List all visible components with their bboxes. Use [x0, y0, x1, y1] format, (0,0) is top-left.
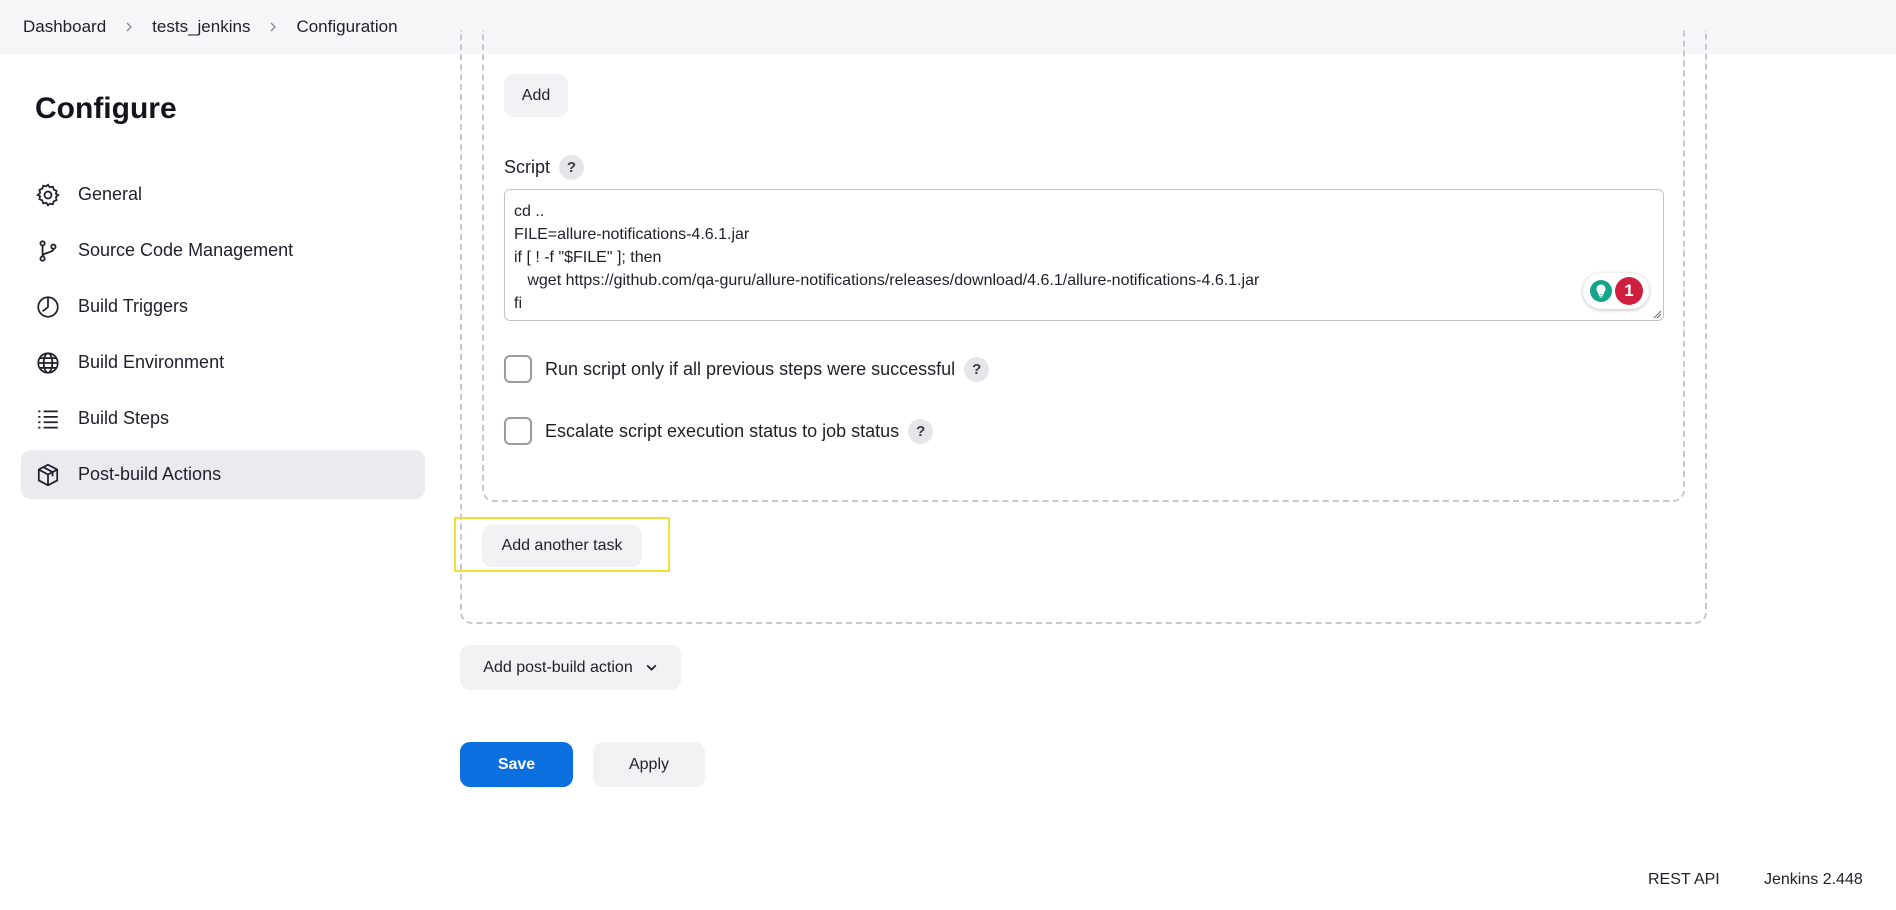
sidebar-item-label: Source Code Management [78, 240, 294, 260]
sidebar: General Source Code Management Build Tri… [21, 170, 425, 506]
script-textarea[interactable]: cd .. FILE=allure-notifications-4.6.1.ja… [504, 189, 1664, 321]
add-post-build-action-button[interactable]: Add post-build action [460, 645, 681, 690]
escalate-status-row: Escalate script execution status to job … [504, 417, 934, 445]
script-label-row: Script ? [504, 155, 585, 180]
apply-button[interactable]: Apply [593, 742, 705, 787]
gear-icon [34, 181, 62, 209]
sidebar-item-label: Build Triggers [78, 296, 189, 316]
sidebar-item-post-build-actions[interactable]: Post-build Actions [21, 450, 425, 499]
resize-handle-icon[interactable] [1652, 309, 1662, 319]
script-label: Script [504, 157, 551, 177]
sidebar-item-build-triggers[interactable]: Build Triggers [21, 282, 425, 331]
grammar-checker-badge[interactable]: 1 [1583, 273, 1649, 309]
breadcrumb-dashboard[interactable]: Dashboard [23, 17, 106, 37]
rest-api-link[interactable]: REST API [1648, 871, 1720, 889]
sidebar-item-label: Build Environment [78, 352, 225, 372]
sidebar-item-label: Post-build Actions [78, 464, 222, 484]
add-post-build-action-label: Add post-build action [483, 658, 633, 676]
run-only-if-success-row: Run script only if all previous steps we… [504, 355, 990, 383]
sidebar-item-build-steps[interactable]: Build Steps [21, 394, 425, 443]
add-button[interactable]: Add [504, 74, 568, 117]
jenkins-version-link[interactable]: Jenkins 2.448 [1764, 871, 1863, 889]
sidebar-item-general[interactable]: General [21, 170, 425, 219]
sidebar-item-label: Build Steps [78, 408, 170, 428]
grammar-issue-count: 1 [1615, 277, 1643, 305]
add-another-task-button[interactable]: Add another task [482, 525, 642, 567]
script-help-button[interactable]: ? [559, 155, 585, 180]
sidebar-item-label: General [78, 184, 143, 204]
timer-icon [34, 293, 62, 321]
list-icon [34, 405, 62, 433]
bulb-icon [1590, 280, 1612, 302]
chevron-right-icon [267, 21, 279, 33]
escalate-status-checkbox[interactable] [504, 417, 532, 445]
chevron-down-icon [646, 664, 657, 671]
save-button[interactable]: Save [460, 742, 573, 787]
git-branch-icon [34, 237, 62, 265]
page-title: Configure [35, 92, 177, 125]
run-only-if-success-label: Run script only if all previous steps we… [545, 358, 956, 379]
globe-icon [34, 349, 62, 377]
escalate-status-help-button[interactable]: ? [908, 418, 934, 444]
run-only-if-success-checkbox[interactable] [504, 355, 532, 383]
sidebar-item-source-code-management[interactable]: Source Code Management [21, 226, 425, 275]
chevron-right-icon [123, 21, 135, 33]
cube-icon [34, 461, 62, 489]
run-only-if-success-help-button[interactable]: ? [964, 356, 990, 382]
sidebar-item-build-environment[interactable]: Build Environment [21, 338, 425, 387]
breadcrumb-configuration[interactable]: Configuration [296, 17, 397, 37]
escalate-status-label: Escalate script execution status to job … [545, 420, 900, 441]
breadcrumb-job[interactable]: tests_jenkins [152, 17, 250, 37]
